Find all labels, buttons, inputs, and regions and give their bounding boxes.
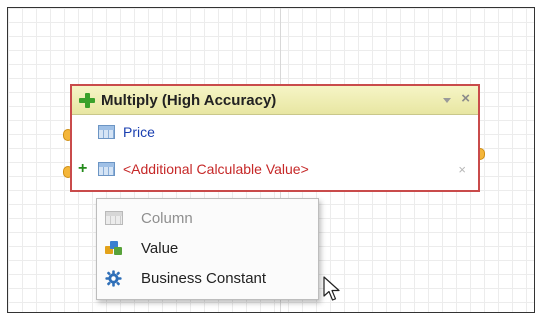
add-icon[interactable]: +: [78, 160, 90, 178]
plus-icon: [79, 92, 95, 108]
cubes-icon: [105, 240, 123, 256]
close-icon[interactable]: ×: [461, 91, 470, 106]
node-title: Multiply (High Accuracy): [101, 91, 277, 109]
table-icon[interactable]: [98, 162, 115, 176]
menu-item-business-constant[interactable]: Business Constant: [97, 263, 318, 293]
gear-icon: [105, 270, 123, 287]
node-row-additional[interactable]: + <Additional Calculable Value> ×: [72, 156, 478, 182]
add-value-menu: Column Value Business Constant: [96, 198, 319, 300]
column-table-icon: [105, 210, 123, 226]
row-label-price[interactable]: Price: [123, 124, 155, 140]
menu-item-column[interactable]: Column: [97, 203, 318, 233]
multiply-node[interactable]: Multiply (High Accuracy) × Price + <Addi…: [70, 84, 480, 192]
mouse-cursor-icon: [323, 276, 340, 301]
designer-canvas[interactable]: Multiply (High Accuracy) × Price + <Addi…: [7, 7, 535, 313]
menu-item-label: Column: [141, 209, 193, 227]
node-row-price[interactable]: Price: [72, 119, 478, 145]
menu-item-value[interactable]: Value: [97, 233, 318, 263]
menu-item-label: Value: [141, 239, 179, 257]
table-icon: [98, 125, 115, 139]
chevron-down-icon[interactable]: [443, 97, 452, 103]
row-label-additional[interactable]: <Additional Calculable Value>: [123, 161, 309, 177]
remove-icon[interactable]: ×: [458, 162, 466, 177]
node-header[interactable]: Multiply (High Accuracy) ×: [72, 86, 478, 115]
menu-item-label: Business Constant: [141, 269, 267, 287]
